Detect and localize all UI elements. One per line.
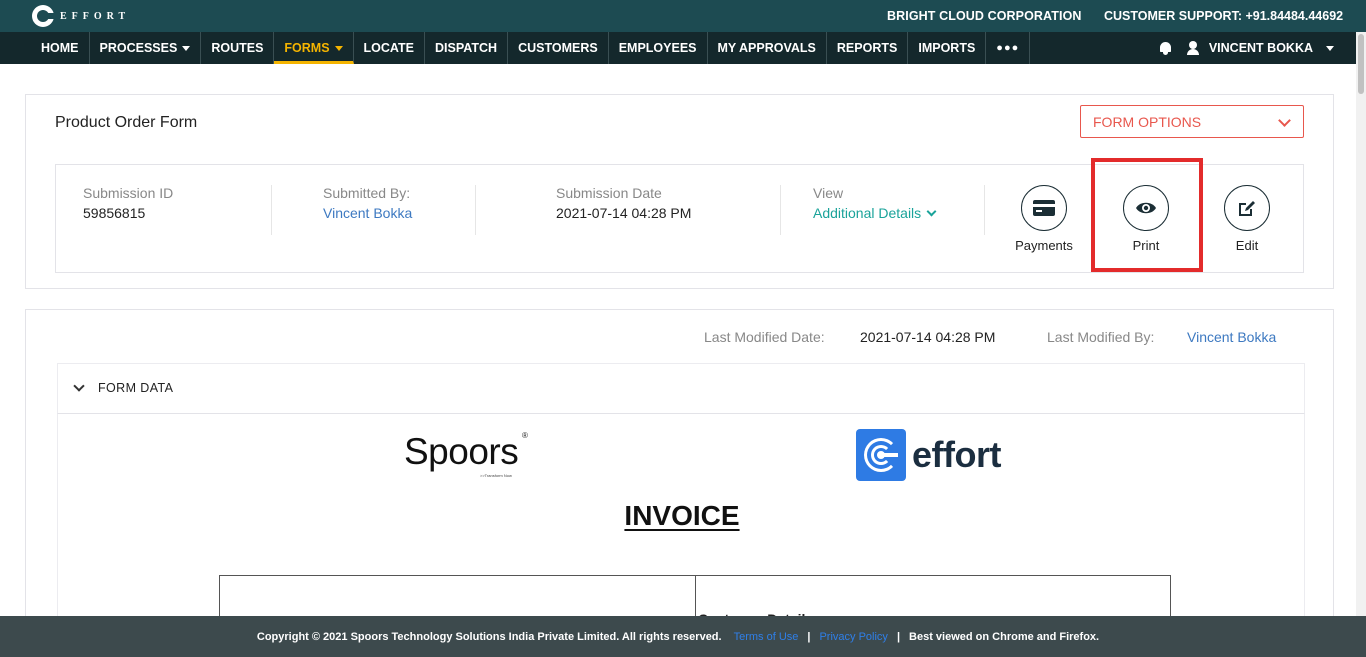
divider xyxy=(475,185,476,235)
nav-item-label: MY APPROVALS xyxy=(717,41,816,55)
best-viewed-text: Best viewed on Chrome and Firefox. xyxy=(909,630,1100,643)
submitted-by-link[interactable]: Vincent Bokka xyxy=(323,205,412,221)
customer-support: CUSTOMER SUPPORT: +91.84484.44692 xyxy=(1104,9,1344,23)
caret-down-icon xyxy=(182,45,191,51)
additional-details-label: Additional Details xyxy=(813,205,922,221)
nav-item-label: REPORTS xyxy=(836,41,898,55)
edit-label: Edit xyxy=(1235,238,1259,253)
spoors-logo: Spoors ® >>Transform Now xyxy=(404,431,528,478)
effort-logo: effort xyxy=(856,429,1002,481)
nav-item-home[interactable]: HOME xyxy=(31,32,90,64)
caret-down-icon[interactable] xyxy=(1326,45,1334,51)
print-highlight-box xyxy=(1091,158,1203,272)
nav-item-label: PROCESSES xyxy=(99,41,178,55)
nav-item-dispatch[interactable]: DISPATCH xyxy=(425,32,509,64)
submission-date-label: Submission Date xyxy=(556,185,662,201)
form-data-body: Spoors ® >>Transform Now effort INVOICE … xyxy=(57,414,1305,656)
nav-item-forms[interactable]: FORMS xyxy=(274,32,354,64)
payments-circle xyxy=(1021,185,1067,231)
submission-id-value: 59856815 xyxy=(83,205,146,221)
registered-mark-icon: ® xyxy=(522,431,528,440)
nav-item-routes[interactable]: ROUTES xyxy=(201,32,275,64)
payments-button[interactable]: Payments xyxy=(1004,185,1084,253)
last-modified-date-value: 2021-07-14 04:28 PM xyxy=(860,329,996,345)
nav-item-label: HOME xyxy=(41,41,79,55)
top-header-bar: EFFORT BRIGHT CLOUD CORPORATION CUSTOMER… xyxy=(0,0,1366,32)
form-data-card: Last Modified Date: 2021-07-14 04:28 PM … xyxy=(25,309,1334,656)
nav-item-label: ROUTES xyxy=(211,41,264,55)
last-modified-by-link[interactable]: Vincent Bokka xyxy=(1187,329,1276,345)
page-footer: Copyright © 2021 Spoors Technology Solut… xyxy=(0,616,1366,657)
nav-more-menu[interactable]: ●●● xyxy=(986,32,1031,64)
nav-item-employees[interactable]: EMPLOYEES xyxy=(609,32,708,64)
divider xyxy=(780,185,781,235)
view-block: View Additional Details xyxy=(813,185,937,221)
main-navbar: HOME PROCESSES ROUTES FORMS LOCATE DISPA… xyxy=(0,32,1366,64)
last-modified-by-label: Last Modified By: xyxy=(1047,329,1155,345)
form-summary-card: Product Order Form FORM OPTIONS Submissi… xyxy=(25,94,1334,289)
edit-icon xyxy=(1239,201,1255,216)
form-options-dropdown[interactable]: FORM OPTIONS xyxy=(1080,105,1304,138)
payments-label: Payments xyxy=(1015,238,1073,253)
nav-item-label: FORMS xyxy=(284,41,330,55)
footer-separator: | xyxy=(896,630,901,643)
edit-circle xyxy=(1224,185,1270,231)
divider xyxy=(271,185,272,235)
user-icon xyxy=(1186,41,1200,55)
nav-item-label: EMPLOYEES xyxy=(618,41,697,55)
submission-id-label: Submission ID xyxy=(83,185,174,201)
submitted-by-label: Submitted By: xyxy=(323,185,411,201)
nav-menu: HOME PROCESSES ROUTES FORMS LOCATE DISPA… xyxy=(31,32,1031,64)
more-dots-icon: ●●● xyxy=(996,42,1020,54)
nav-item-label: IMPORTS xyxy=(918,41,976,55)
divider xyxy=(984,185,985,235)
last-modified-date-label: Last Modified Date: xyxy=(704,329,825,345)
bell-icon[interactable] xyxy=(1159,41,1172,55)
brand-name: EFFORT xyxy=(60,10,131,22)
nav-item-locate[interactable]: LOCATE xyxy=(354,32,426,64)
effort-logo-icon xyxy=(856,429,906,481)
nav-item-label: CUSTOMERS xyxy=(518,41,598,55)
page-scrollbar[interactable] xyxy=(1356,32,1366,616)
page-title: Product Order Form xyxy=(55,114,198,131)
effort-logo-icon xyxy=(32,5,56,27)
nav-item-customers[interactable]: CUSTOMERS xyxy=(508,32,609,64)
spoors-logo-text: Spoors xyxy=(404,431,519,472)
form-data-label: FORM DATA xyxy=(98,381,174,395)
caret-down-icon xyxy=(334,45,343,51)
nav-item-processes[interactable]: PROCESSES xyxy=(90,32,202,64)
effort-brand-logo[interactable]: EFFORT xyxy=(32,5,130,27)
effort-logo-text: effort xyxy=(912,434,1002,475)
chevron-down-icon xyxy=(1278,114,1291,127)
additional-details-toggle[interactable]: Additional Details xyxy=(813,205,937,221)
company-name: BRIGHT CLOUD CORPORATION xyxy=(887,9,1082,23)
terms-of-use-link[interactable]: Terms of Use xyxy=(734,631,799,643)
nav-item-my-approvals[interactable]: MY APPROVALS xyxy=(708,32,827,64)
nav-item-imports[interactable]: IMPORTS xyxy=(908,32,987,64)
spoors-tagline: >>Transform Now xyxy=(480,473,512,478)
chevron-down-icon xyxy=(926,206,937,216)
copyright-text: Copyright © 2021 Spoors Technology Solut… xyxy=(256,630,722,643)
edit-button[interactable]: Edit xyxy=(1207,185,1287,253)
view-label: View xyxy=(813,185,844,201)
user-menu[interactable]: VINCENT BOKKA xyxy=(1209,41,1313,55)
nav-item-label: DISPATCH xyxy=(435,41,498,55)
nav-right: VINCENT BOKKA xyxy=(1159,32,1334,64)
footer-separator: | xyxy=(807,630,811,643)
credit-card-icon xyxy=(1033,200,1055,216)
chevron-down-icon xyxy=(73,380,85,392)
submission-date-value: 2021-07-14 04:28 PM xyxy=(556,205,692,221)
nav-item-label: LOCATE xyxy=(363,41,415,55)
submission-date-block: Submission Date 2021-07-14 04:28 PM xyxy=(556,185,691,221)
invoice-title: INVOICE xyxy=(624,500,740,531)
scrollbar-thumb[interactable] xyxy=(1358,34,1364,94)
submitted-by-block: Submitted By: Vincent Bokka xyxy=(323,185,412,221)
privacy-policy-link[interactable]: Privacy Policy xyxy=(819,631,887,643)
form-data-accordion-header[interactable]: FORM DATA xyxy=(57,363,1305,414)
form-options-label: FORM OPTIONS xyxy=(1093,113,1202,130)
nav-item-reports[interactable]: REPORTS xyxy=(827,32,909,64)
submission-id-block: Submission ID 59856815 xyxy=(83,185,173,221)
